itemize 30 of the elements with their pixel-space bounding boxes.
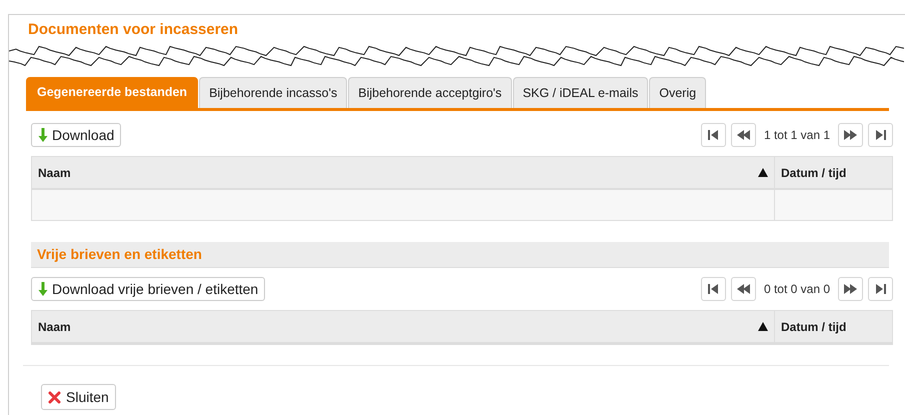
download-button[interactable]: Download (31, 123, 122, 147)
first-page-button[interactable] (700, 277, 726, 301)
previous-page-icon (735, 127, 752, 143)
column-header[interactable]: Datum / tijd (775, 311, 892, 342)
first-page-button[interactable] (700, 123, 726, 147)
arrow-down-icon (38, 128, 48, 142)
tab[interactable]: Overig (649, 77, 706, 108)
close-button[interactable]: Sluiten (41, 384, 116, 410)
tab[interactable]: Bijbehorende acceptgiro's (348, 77, 512, 108)
column-header[interactable]: Datum / tijd (775, 157, 892, 188)
next-page-button[interactable] (838, 277, 863, 301)
arrow-down-icon (38, 282, 48, 296)
column-header[interactable]: Naam (32, 157, 775, 188)
page-counter: 1 tot 1 van 1 (762, 127, 831, 144)
tab[interactable]: Bijbehorende incasso's (199, 77, 348, 108)
next-page-button[interactable] (838, 123, 863, 147)
page-counter: 0 tot 0 van 0 (762, 281, 831, 298)
last-page-button[interactable] (868, 123, 893, 147)
previous-page-button[interactable] (730, 123, 756, 147)
last-page-button[interactable] (868, 277, 893, 301)
next-page-icon (842, 127, 858, 143)
close-icon (48, 390, 61, 404)
tab[interactable]: SKG / iDEAL e-mails (512, 77, 648, 108)
previous-page-button[interactable] (730, 277, 756, 301)
previous-page-icon (735, 281, 752, 297)
next-page-icon (842, 281, 858, 297)
panel-title: Documenten voor incasseren (27, 20, 238, 39)
section-header: Vrije brieven en etiketten (31, 242, 889, 268)
column-header[interactable]: Naam (32, 311, 775, 342)
download-button[interactable]: Download vrije brieven / etiketten (31, 277, 266, 301)
